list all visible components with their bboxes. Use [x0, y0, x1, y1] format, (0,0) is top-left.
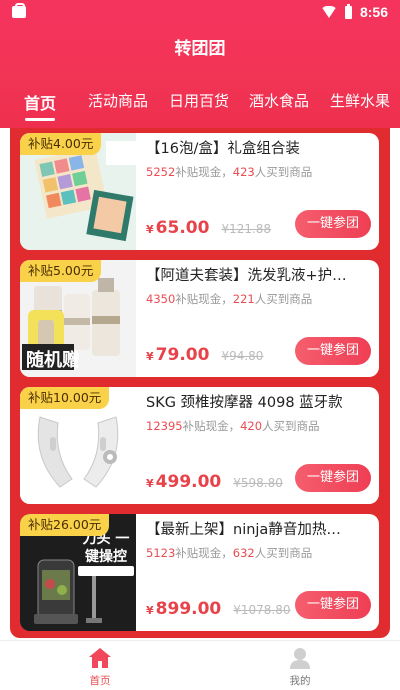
subsidy-cash-text: 补贴现金，	[175, 165, 233, 179]
buyers-count: 632	[232, 546, 255, 560]
join-group-button[interactable]: 一键参团	[295, 210, 371, 238]
product-card[interactable]: 刀头 一键操控 补贴26.00元 【最新上架】ninja静音加热… 5123补贴…	[20, 514, 379, 631]
price-row: ¥ 79.00 ¥94.80	[146, 345, 263, 365]
price-row: ¥ 499.00 ¥598.80	[146, 472, 283, 492]
original-price: ¥598.80	[233, 476, 283, 490]
subsidy-badge: 补贴10.00元	[20, 387, 110, 409]
category-tabs: 首页 活动商品 日用百货 酒水食品 生鲜水果	[0, 88, 400, 122]
join-group-button[interactable]: 一键参团	[295, 464, 371, 492]
product-stats: 4350补贴现金，221人买到商品	[146, 291, 371, 307]
subsidy-badge: 补贴5.00元	[20, 260, 102, 282]
currency-symbol: ¥	[146, 350, 154, 363]
subsidy-cash-count: 4350	[146, 292, 176, 306]
join-group-button[interactable]: 一键参团	[295, 337, 371, 365]
price-row: ¥ 65.00 ¥121.88	[146, 218, 271, 238]
subsidy-badge: 补贴26.00元	[20, 514, 110, 536]
wifi-icon	[320, 6, 337, 18]
battery-icon	[344, 3, 352, 19]
product-name[interactable]: 【16泡/盒】礼盒组合装	[146, 139, 371, 159]
buyers-text: 人买到商品	[254, 546, 313, 560]
tab-drinks-food[interactable]: 酒水食品	[249, 90, 309, 111]
page-title: 转团团	[174, 39, 226, 59]
original-price: ¥1078.80	[233, 603, 291, 617]
buyers-count: 420	[240, 419, 263, 433]
product-stats: 5252补贴现金，423人买到商品	[146, 164, 371, 180]
nav-home[interactable]: 首页	[0, 641, 200, 690]
currency-symbol: ¥	[146, 223, 154, 236]
subsidy-cash-count: 5123	[146, 546, 176, 560]
buyers-text: 人买到商品	[254, 292, 313, 306]
subsidy-cash-count: 12395	[146, 419, 183, 433]
product-card[interactable]: 补贴10.00元 SKG 颈椎按摩器 4098 蓝牙款 12395补贴现金，42…	[20, 387, 379, 504]
product-name[interactable]: SKG 颈椎按摩器 4098 蓝牙款	[146, 393, 371, 413]
tab-fresh-fruit[interactable]: 生鲜水果	[330, 90, 390, 111]
subsidy-cash-count: 5252	[146, 165, 176, 179]
nav-mine-label: 我的	[289, 675, 311, 687]
current-price: 79.00	[155, 345, 210, 365]
buyers-text: 人买到商品	[254, 165, 313, 179]
buyers-count: 423	[232, 165, 255, 179]
buyers-count: 221	[232, 292, 255, 306]
status-bar: 8:56	[0, 0, 400, 24]
image-promo-text: 随机赠	[26, 350, 80, 371]
shopping-bag-icon	[12, 3, 26, 18]
join-group-button[interactable]: 一键参团	[295, 591, 371, 619]
buyers-text: 人买到商品	[262, 419, 320, 433]
tab-daily-goods[interactable]: 日用百货	[169, 90, 229, 111]
product-name[interactable]: 【阿道夫套装】洗发乳液+护…	[146, 266, 371, 286]
subsidy-cash-text: 补贴现金，	[175, 292, 233, 306]
tab-home[interactable]: 首页	[24, 90, 56, 114]
subsidy-badge: 补贴4.00元	[20, 133, 102, 155]
product-card[interactable]: 随机赠 补贴5.00元 【阿道夫套装】洗发乳液+护… 4350补贴现金，221人…	[20, 260, 379, 377]
tab-active-indicator	[25, 118, 55, 121]
current-price: 899.00	[155, 599, 222, 619]
currency-symbol: ¥	[146, 477, 154, 490]
current-price: 65.00	[155, 218, 210, 238]
nav-home-label: 首页	[89, 675, 111, 687]
app-header: 8:56 转团团 首页 活动商品 日用百货 酒水食品 生鲜水果	[0, 0, 400, 128]
product-stats: 5123补贴现金，632人买到商品	[146, 545, 371, 561]
currency-symbol: ¥	[146, 604, 154, 617]
product-stats: 12395补贴现金，420人买到商品	[146, 418, 371, 434]
bottom-nav: 首页 我的	[0, 640, 400, 690]
home-icon	[89, 648, 111, 668]
user-icon	[290, 648, 310, 669]
current-price: 499.00	[155, 472, 222, 492]
nav-mine[interactable]: 我的	[200, 641, 400, 690]
original-price: ¥94.80	[221, 349, 264, 363]
original-price: ¥121.88	[221, 222, 272, 236]
tab-activity-goods[interactable]: 活动商品	[88, 90, 148, 111]
price-row: ¥ 899.00 ¥1078.80	[146, 599, 291, 619]
subsidy-cash-text: 补贴现金，	[175, 546, 233, 560]
subsidy-cash-text: 补贴现金，	[182, 419, 241, 433]
product-card[interactable]: 补贴4.00元 【16泡/盒】礼盒组合装 5252补贴现金，423人买到商品 ¥…	[20, 133, 379, 250]
product-name[interactable]: 【最新上架】ninja静音加热…	[146, 520, 371, 540]
product-list[interactable]: 补贴4.00元 【16泡/盒】礼盒组合装 5252补贴现金，423人买到商品 ¥…	[10, 128, 390, 638]
status-time: 8:56	[359, 4, 388, 20]
